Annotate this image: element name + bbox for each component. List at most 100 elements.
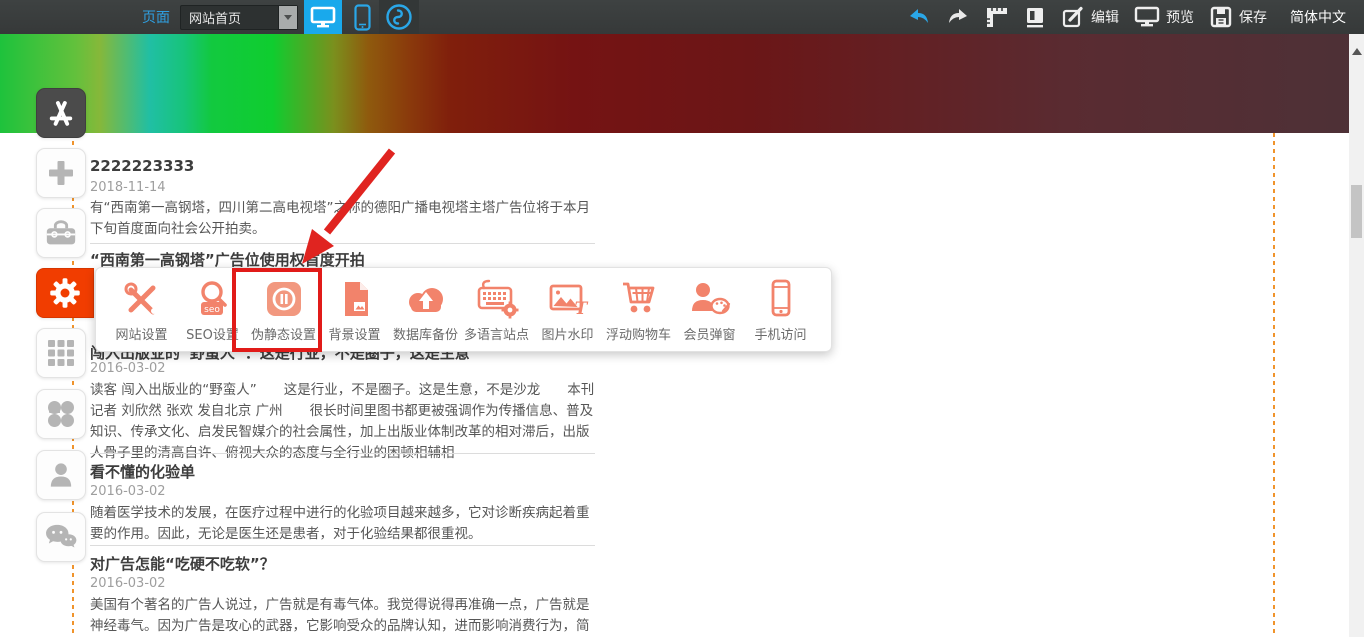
ruler-button[interactable] xyxy=(985,5,1009,29)
page-label: 页面 xyxy=(142,7,170,27)
appstore-icon xyxy=(44,96,78,130)
article-divider xyxy=(90,545,595,546)
plus-icon xyxy=(46,158,76,188)
scrollbar-thumb[interactable] xyxy=(1351,185,1362,238)
shopping-cart-icon xyxy=(616,276,662,322)
mobile-phone-icon xyxy=(759,276,803,322)
top-toolbar: 页面 网站首页 xyxy=(0,0,1364,34)
popup-item-pseudo-static[interactable]: 伪静态设置 xyxy=(248,276,319,343)
page-header-banner xyxy=(0,34,1364,133)
popup-item-label: 数据库备份 xyxy=(393,324,458,343)
gear-icon xyxy=(47,275,83,311)
toolbar-right-group: 编辑 预览 xyxy=(907,5,1364,29)
link-icon xyxy=(385,3,413,31)
article-date: 2016-03-02 xyxy=(90,484,597,499)
edit-label: 编辑 xyxy=(1091,7,1119,27)
columns-icon xyxy=(1024,5,1046,29)
article-date: 2016-03-02 xyxy=(90,576,597,591)
save-button[interactable]: 保存 xyxy=(1209,5,1267,29)
editor-screen: 页面 网站首页 xyxy=(0,0,1364,637)
edit-pencil-icon xyxy=(1061,5,1085,29)
article-title[interactable]: 对广告怎能“吃硬不吃软”？ xyxy=(90,553,597,574)
popup-item-label: 背景设置 xyxy=(328,324,380,343)
cloud-backup-icon xyxy=(403,276,449,322)
popup-item-member-popup[interactable]: 会员弹窗 xyxy=(674,276,745,343)
guide-line-right xyxy=(1273,133,1275,637)
undo-icon xyxy=(907,7,931,27)
popup-item-label: 多语言站点 xyxy=(464,324,529,343)
sidebar-item-members[interactable] xyxy=(36,450,86,500)
popup-item-label: 网站设置 xyxy=(115,324,167,343)
article-summary: 美国有个著名的广告人说过，广告就是有毒气体。我觉得说得再准确一点，广告就是神经毒… xyxy=(90,595,597,637)
popup-item-floating-cart[interactable]: 浮动购物车 xyxy=(603,276,674,343)
popup-item-label: 手机访问 xyxy=(754,324,806,343)
popup-item-label: 浮动购物车 xyxy=(606,324,671,343)
sidebar-item-modules[interactable] xyxy=(36,328,86,378)
link-tool-button[interactable] xyxy=(379,0,419,34)
settings-popup: 网站设置 seo SEO设置 xyxy=(95,267,832,352)
popup-item-image-watermark[interactable]: T 图片水印 xyxy=(532,276,603,343)
desktop-view-button[interactable] xyxy=(304,0,342,34)
popup-item-background-settings[interactable]: 背景设置 xyxy=(319,276,390,343)
wechat-icon xyxy=(44,523,78,551)
svg-text:T: T xyxy=(574,299,588,319)
background-page-icon xyxy=(333,276,377,322)
svg-text:seo: seo xyxy=(204,305,220,315)
popup-item-site-settings[interactable]: 网站设置 xyxy=(106,276,177,343)
pseudo-static-icon xyxy=(262,276,306,322)
mobile-phone-outline-icon xyxy=(354,4,371,31)
article-summary: 随着医学技术的发展，在医疗过程中进行的化验项目越来越多，它对诊断疾病起着重要的作… xyxy=(90,503,597,545)
sidebar-item-plugins[interactable] xyxy=(36,389,86,439)
columns-button[interactable] xyxy=(1024,5,1046,29)
popup-item-label: 会员弹窗 xyxy=(683,324,735,343)
dropdown-arrow-button[interactable] xyxy=(278,6,297,29)
save-label: 保存 xyxy=(1239,7,1267,27)
article-summary: 读客 闯入出版业的“野蛮人” 这是行业，不是圈子。这是生意，不是沙龙 本刊记者 … xyxy=(90,380,597,464)
save-floppy-icon xyxy=(1209,5,1233,29)
popup-item-database-backup[interactable]: 数据库备份 xyxy=(390,276,461,343)
popup-item-mobile-access[interactable]: 手机访问 xyxy=(745,276,816,343)
preview-label: 预览 xyxy=(1166,7,1194,27)
article-summary: 有“西南第一高钢塔，四川第二高电视塔”之称的德阳广播电视塔主塔广告位将于本月下旬… xyxy=(90,198,597,240)
grid-icon xyxy=(46,338,76,368)
mobile-view-button[interactable] xyxy=(354,4,371,31)
chevron-down-icon xyxy=(284,15,292,20)
language-switch[interactable]: 简体中文 xyxy=(1290,7,1346,27)
article-date: 2016-03-02 xyxy=(90,361,597,376)
article-divider xyxy=(90,243,595,244)
sidebar-item-add[interactable] xyxy=(36,148,86,198)
preview-button[interactable]: 预览 xyxy=(1134,5,1194,29)
preview-monitor-icon xyxy=(1134,5,1160,29)
toolbar-left-group: 页面 网站首页 xyxy=(0,0,419,34)
sidebar-item-design[interactable] xyxy=(36,88,86,138)
popup-item-multilanguage-site[interactable]: 多语言站点 xyxy=(461,276,532,343)
page-select-dropdown[interactable]: 网站首页 xyxy=(180,5,298,30)
sidebar-item-toolbox[interactable] xyxy=(36,208,86,258)
user-icon xyxy=(45,459,77,491)
clover-icon xyxy=(45,398,77,430)
desktop-monitor-icon xyxy=(310,5,336,29)
redo-button[interactable] xyxy=(946,7,970,27)
member-popup-icon xyxy=(687,276,733,322)
article-title[interactable]: 2222223333 xyxy=(90,157,597,175)
popup-item-label: 伪静态设置 xyxy=(251,324,316,343)
article-title[interactable]: 看不懂的化验单 xyxy=(90,461,597,482)
wrench-screwdriver-icon xyxy=(120,276,164,322)
sidebar-item-settings-active[interactable] xyxy=(36,268,94,318)
page-select-value: 网站首页 xyxy=(181,8,278,27)
image-watermark-icon: T xyxy=(545,276,591,322)
undo-button[interactable] xyxy=(907,7,931,27)
ruler-icon xyxy=(985,5,1009,29)
article-divider xyxy=(90,453,595,454)
popup-item-seo-settings[interactable]: seo SEO设置 xyxy=(177,276,248,343)
popup-item-label: SEO设置 xyxy=(186,324,239,343)
toolbox-icon xyxy=(44,218,78,248)
sidebar-item-wechat[interactable] xyxy=(36,512,86,562)
scrollbar-track[interactable] xyxy=(1349,34,1364,637)
redo-icon xyxy=(946,7,970,27)
popup-item-label: 图片水印 xyxy=(541,324,593,343)
seo-magnifier-icon: seo xyxy=(191,276,235,322)
edit-button[interactable]: 编辑 xyxy=(1061,5,1119,29)
keyboard-gear-icon xyxy=(474,276,520,322)
scrollbar-up-arrow[interactable] xyxy=(1352,48,1362,55)
